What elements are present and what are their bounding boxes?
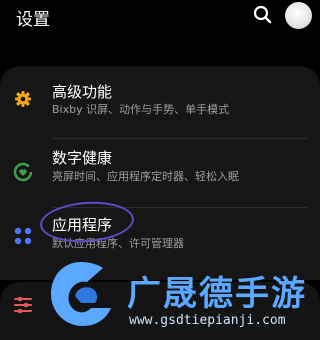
item-subtitle: 亮屏时间、应用程序定时器、轻松入眠 bbox=[52, 170, 239, 183]
watermark-title: 广晟德手游 bbox=[127, 274, 307, 314]
watermark-logo bbox=[45, 258, 117, 330]
search-icon[interactable] bbox=[252, 4, 274, 26]
top-bar: 设置 bbox=[0, 0, 320, 44]
sliders-icon bbox=[12, 294, 34, 316]
list-item-advanced-features[interactable]: 高级功能 Bixby 识屏、动作与手势、单手模式 bbox=[0, 66, 320, 138]
settings-card: 高级功能 Bixby 识屏、动作与手势、单手模式 数字健康 亮屏时间、应用程序定… bbox=[0, 66, 320, 280]
item-title: 数字健康 bbox=[52, 149, 113, 167]
apps-grid-icon bbox=[12, 225, 34, 247]
gear-icon bbox=[12, 88, 34, 110]
watermark: 广晟德手游 www.gsdtiepianji.com bbox=[45, 258, 320, 340]
page-title: 设置 bbox=[16, 10, 50, 30]
item-subtitle: Bixby 识屏、动作与手势、单手模式 bbox=[52, 103, 230, 116]
digital-wellbeing-icon bbox=[12, 161, 34, 183]
list-item-digital-wellbeing[interactable]: 数字健康 亮屏时间、应用程序定时器、轻松入眠 bbox=[0, 139, 320, 207]
item-title: 高级功能 bbox=[52, 83, 113, 101]
watermark-url: www.gsdtiepianji.com bbox=[129, 313, 286, 328]
avatar[interactable] bbox=[285, 2, 312, 29]
